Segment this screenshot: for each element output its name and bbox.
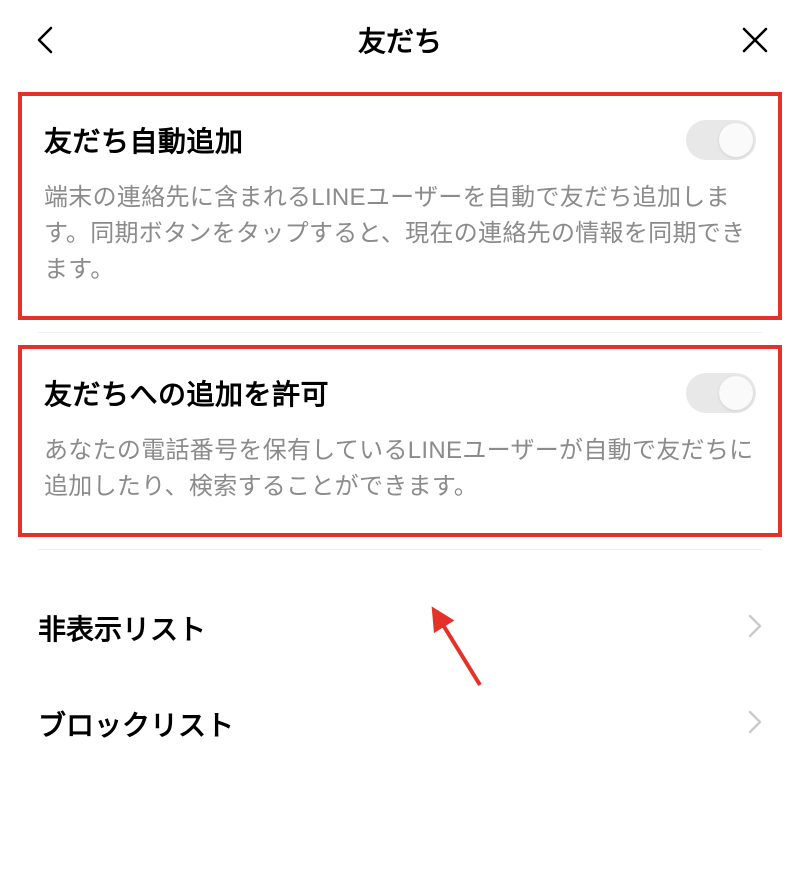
spacer [0, 550, 800, 580]
block-list-title: ブロックリスト [38, 704, 234, 744]
block-list-item[interactable]: ブロックリスト [0, 676, 800, 772]
header: 友だち [0, 0, 800, 80]
allow-add-toggle[interactable] [686, 373, 756, 413]
allow-add-description: あなたの電話番号を保有しているLINEユーザーが自動で友だちに追加したり、検索す… [44, 433, 756, 505]
toggle-knob [719, 376, 753, 410]
divider [38, 332, 762, 333]
page-title: 友だち [358, 20, 442, 60]
allow-add-section: 友だちへの追加を許可 あなたの電話番号を保有しているLINEユーザーが自動で友だ… [18, 345, 782, 537]
auto-add-title: 友だち自動追加 [44, 120, 244, 160]
content-area: 友だち自動追加 端末の連絡先に含まれるLINEユーザーを自動で友だち追加します。… [0, 92, 800, 772]
auto-add-section: 友だち自動追加 端末の連絡先に含まれるLINEユーザーを自動で友だち追加します。… [18, 92, 782, 320]
auto-add-description: 端末の連絡先に含まれるLINEユーザーを自動で友だち追加します。同期ボタンをタッ… [44, 180, 756, 288]
hidden-list-item[interactable]: 非表示リスト [0, 580, 800, 676]
toggle-knob [719, 123, 753, 157]
close-icon[interactable] [740, 25, 770, 55]
chevron-right-icon [748, 710, 762, 739]
auto-add-row: 友だち自動追加 [44, 120, 756, 160]
allow-add-title: 友だちへの追加を許可 [44, 373, 329, 413]
chevron-right-icon [748, 614, 762, 643]
hidden-list-title: 非表示リスト [38, 608, 206, 648]
auto-add-toggle[interactable] [686, 120, 756, 160]
allow-add-row: 友だちへの追加を許可 [44, 373, 756, 413]
back-icon[interactable] [30, 25, 60, 55]
